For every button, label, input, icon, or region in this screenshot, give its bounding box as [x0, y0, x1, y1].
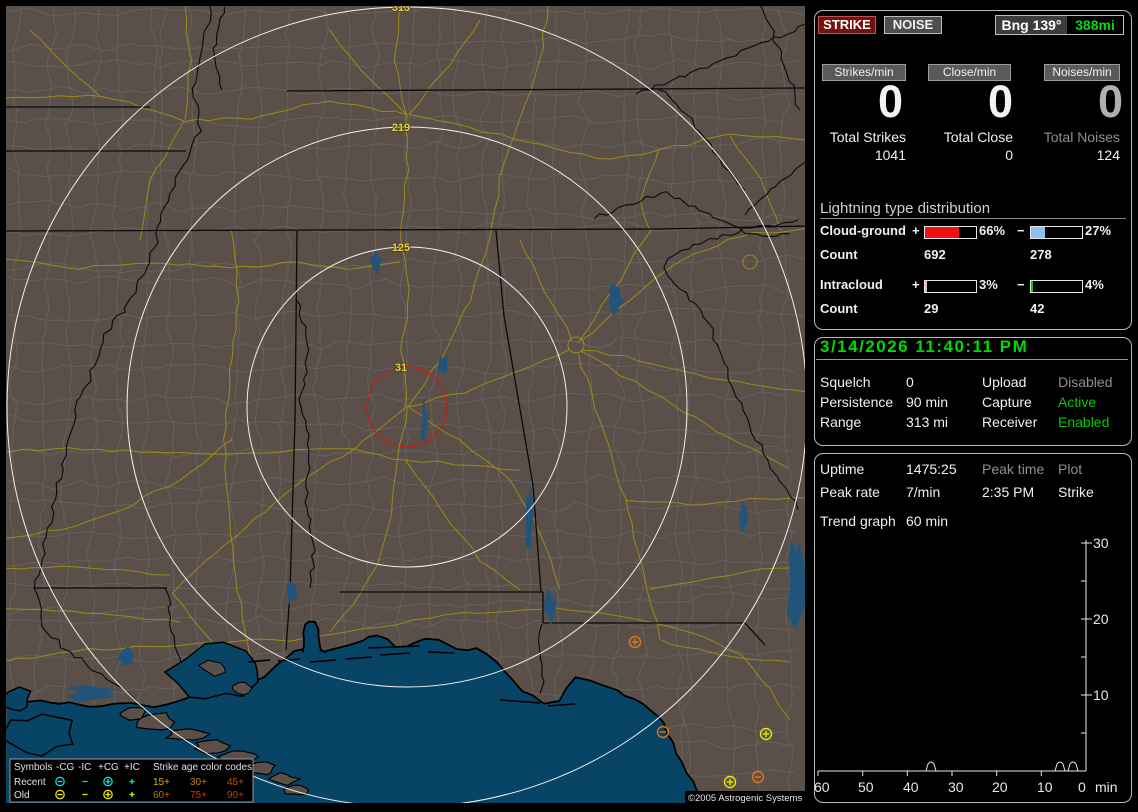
svg-text:10: 10 [1093, 687, 1109, 703]
svg-text:90+: 90+ [227, 790, 244, 801]
svg-text:20: 20 [1093, 611, 1109, 627]
svg-text:-IC: -IC [78, 762, 91, 773]
svg-text:313: 313 [392, 6, 410, 14]
svg-text:40: 40 [903, 779, 919, 795]
svg-text:+CG: +CG [98, 762, 119, 773]
svg-text:30: 30 [948, 779, 964, 795]
svg-text:Symbols: Symbols [14, 762, 52, 773]
svg-text:-CG: -CG [56, 762, 75, 773]
svg-text:75+: 75+ [190, 790, 207, 801]
svg-text:10: 10 [1037, 779, 1053, 795]
svg-text:45+: 45+ [227, 777, 244, 788]
svg-text:50: 50 [858, 779, 874, 795]
svg-text:©2005 Astrogenic Systems: ©2005 Astrogenic Systems [688, 793, 802, 803]
svg-text:30+: 30+ [190, 777, 207, 788]
svg-text:15+: 15+ [153, 777, 170, 788]
svg-text:60+: 60+ [153, 790, 170, 801]
svg-text:219: 219 [392, 122, 410, 134]
svg-text:+IC: +IC [124, 762, 140, 773]
svg-text:Strike age color codes: Strike age color codes [153, 762, 252, 773]
svg-text:20: 20 [992, 779, 1008, 795]
svg-text:60: 60 [814, 779, 830, 795]
svg-text:30: 30 [1093, 535, 1109, 551]
svg-text:min: min [1095, 779, 1118, 795]
svg-text:0: 0 [1078, 779, 1086, 795]
svg-text:31: 31 [395, 362, 407, 374]
svg-text:Recent: Recent [14, 777, 46, 788]
svg-text:125: 125 [392, 242, 410, 254]
svg-text:Old: Old [14, 790, 30, 801]
